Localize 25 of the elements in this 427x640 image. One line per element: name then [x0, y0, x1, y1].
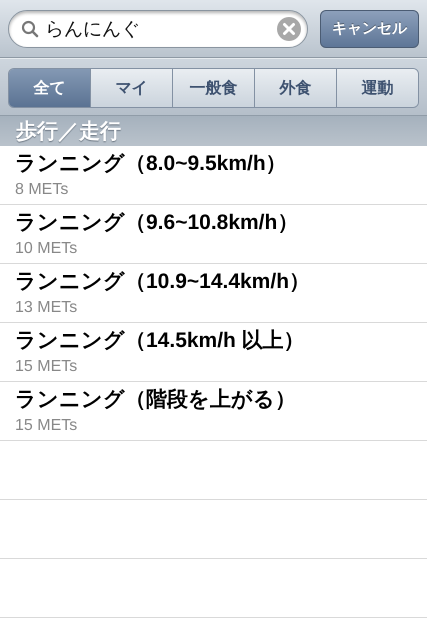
- row-title: ランニング（8.0~9.5km/h）: [15, 151, 288, 177]
- row-subtitle: 13 METs: [15, 298, 78, 318]
- row-title: ランニング（14.5km/h 以上）: [15, 328, 306, 354]
- row-title: ランニング（10.9~14.4km/h）: [15, 269, 312, 295]
- search-icon: [21, 20, 39, 38]
- row-title: ランニング（9.6~10.8km/h）: [15, 210, 300, 236]
- list-row[interactable]: ランニング（階段を上がる） 15 METs: [0, 382, 427, 441]
- row-subtitle: 8 METs: [15, 180, 70, 200]
- scope-tab[interactable]: 全て: [9, 69, 90, 107]
- section-header: 歩行／走行: [0, 115, 427, 146]
- clear-icon[interactable]: [277, 16, 301, 40]
- list-row[interactable]: ランニング（10.9~14.4km/h） 13 METs: [0, 264, 427, 323]
- scope-tab[interactable]: 外食: [254, 69, 336, 107]
- list-row[interactable]: ランニング（9.6~10.8km/h） 10 METs: [0, 205, 427, 264]
- row-subtitle: 15 METs: [15, 357, 78, 377]
- cancel-button[interactable]: キャンセル: [320, 10, 419, 48]
- scope-tab[interactable]: 運動: [336, 69, 418, 107]
- list-row[interactable]: ランニング（8.0~9.5km/h） 8 METs: [0, 146, 427, 205]
- list-row[interactable]: ランニング（14.5km/h 以上） 15 METs: [0, 323, 427, 382]
- row-subtitle: 15 METs: [15, 416, 78, 436]
- scope-tab[interactable]: マイ: [90, 69, 172, 107]
- row-subtitle: 10 METs: [15, 239, 78, 259]
- row-title: ランニング（階段を上がる）: [15, 387, 297, 413]
- search-field[interactable]: らんにんぐ: [8, 10, 308, 48]
- scope-tab[interactable]: 一般食: [172, 69, 254, 107]
